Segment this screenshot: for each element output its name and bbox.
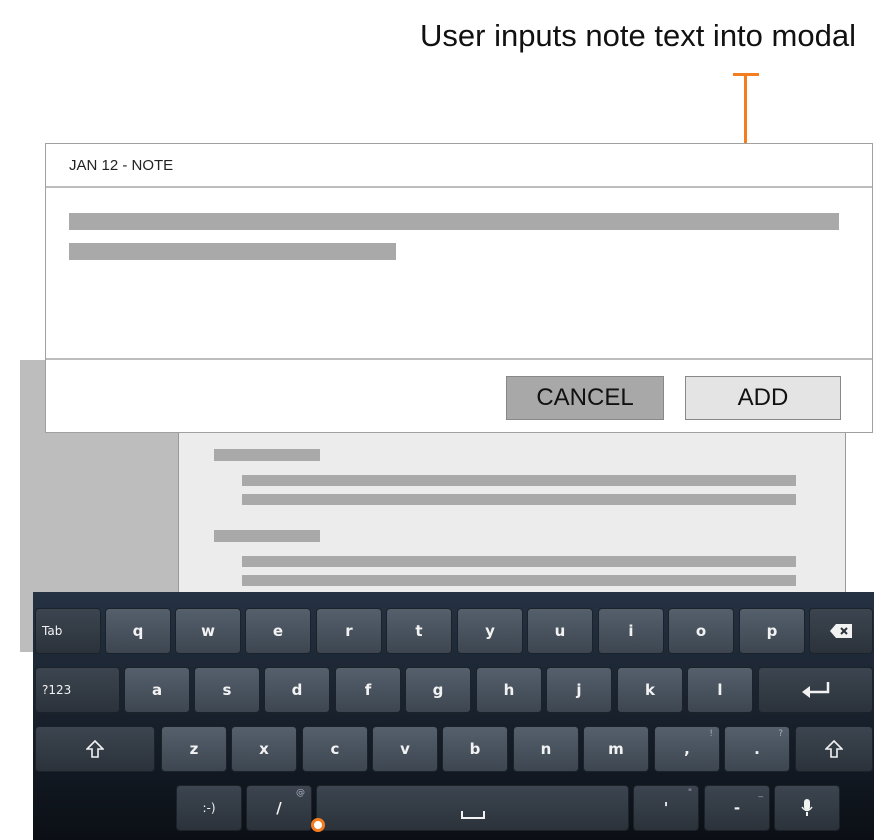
shift-key-right[interactable]	[795, 726, 873, 772]
key-period-alt: ?	[778, 729, 783, 739]
modal-footer: CANCEL ADD	[46, 360, 872, 432]
key-symbols[interactable]: ?123	[35, 667, 120, 713]
key-j[interactable]: j	[546, 667, 612, 713]
mic-key[interactable]	[774, 785, 840, 831]
on-screen-keyboard: Tab q w e r t y u i o p ?123 a s d f g h…	[33, 592, 874, 840]
mic-icon	[801, 799, 813, 816]
key-smiley[interactable]: :-)	[176, 785, 242, 831]
key-comma-label: ,	[684, 740, 690, 758]
key-e[interactable]: e	[245, 608, 311, 654]
space-key[interactable]	[316, 785, 629, 831]
key-u[interactable]: u	[527, 608, 593, 654]
modal-title: JAN 12 - NOTE	[69, 156, 174, 174]
key-g[interactable]: g	[405, 667, 471, 713]
background-text-bar	[242, 494, 796, 505]
background-heading-bar-2	[214, 530, 320, 542]
key-n[interactable]: n	[513, 726, 579, 772]
annotation-text: User inputs note text into modal	[420, 18, 856, 53]
key-v[interactable]: v	[372, 726, 438, 772]
note-text-area[interactable]	[46, 188, 872, 360]
key-y[interactable]: y	[457, 608, 523, 654]
key-dash[interactable]: - _	[704, 785, 770, 831]
key-a[interactable]: a	[124, 667, 190, 713]
key-t[interactable]: t	[386, 608, 452, 654]
key-b[interactable]: b	[442, 726, 508, 772]
key-m[interactable]: m	[583, 726, 649, 772]
key-i[interactable]: i	[598, 608, 664, 654]
backspace-icon	[830, 624, 852, 638]
key-c[interactable]: c	[302, 726, 368, 772]
background-text-bar	[242, 575, 796, 586]
modal-header: JAN 12 - NOTE	[46, 144, 872, 188]
key-slash[interactable]: / @	[246, 785, 312, 831]
background-text-bar	[242, 475, 796, 486]
background-text-bar	[242, 556, 796, 567]
key-q[interactable]: q	[105, 608, 171, 654]
key-slash-label: /	[276, 799, 282, 817]
note-text-line-2	[69, 243, 396, 260]
key-period-label: .	[754, 740, 760, 758]
key-f[interactable]: f	[335, 667, 401, 713]
shift-icon	[825, 740, 843, 758]
shift-icon	[86, 740, 104, 758]
key-comma-alt: !	[709, 729, 713, 739]
key-s[interactable]: s	[194, 667, 260, 713]
key-apostrophe[interactable]: ' "	[633, 785, 699, 831]
enter-icon	[801, 682, 829, 698]
backspace-key[interactable]	[809, 608, 873, 654]
key-w[interactable]: w	[175, 608, 241, 654]
shift-key-left[interactable]	[35, 726, 155, 772]
key-o[interactable]: o	[668, 608, 734, 654]
callout-dot-keyboard	[311, 818, 325, 832]
key-p[interactable]: p	[739, 608, 805, 654]
key-slash-alt: @	[296, 788, 305, 798]
key-apostrophe-alt: "	[687, 788, 692, 798]
enter-key[interactable]	[758, 667, 873, 713]
note-modal: JAN 12 - NOTE CANCEL ADD	[45, 143, 873, 433]
add-button[interactable]: ADD	[685, 376, 841, 420]
key-x[interactable]: x	[231, 726, 297, 772]
key-period[interactable]: . ?	[724, 726, 790, 772]
key-dash-label: -	[733, 799, 741, 817]
key-d[interactable]: d	[264, 667, 330, 713]
background-heading-bar-1	[214, 449, 320, 461]
key-apostrophe-label: '	[663, 799, 669, 817]
note-text-line-1	[69, 213, 839, 230]
cancel-button[interactable]: CANCEL	[506, 376, 664, 420]
key-z[interactable]: z	[161, 726, 227, 772]
key-comma[interactable]: , !	[654, 726, 720, 772]
key-l[interactable]: l	[687, 667, 753, 713]
callout-line-stem	[744, 73, 747, 153]
key-r[interactable]: r	[316, 608, 382, 654]
key-k[interactable]: k	[617, 667, 683, 713]
key-dash-alt: _	[758, 788, 764, 798]
key-h[interactable]: h	[476, 667, 542, 713]
space-icon	[460, 811, 485, 819]
key-tab[interactable]: Tab	[35, 608, 101, 654]
